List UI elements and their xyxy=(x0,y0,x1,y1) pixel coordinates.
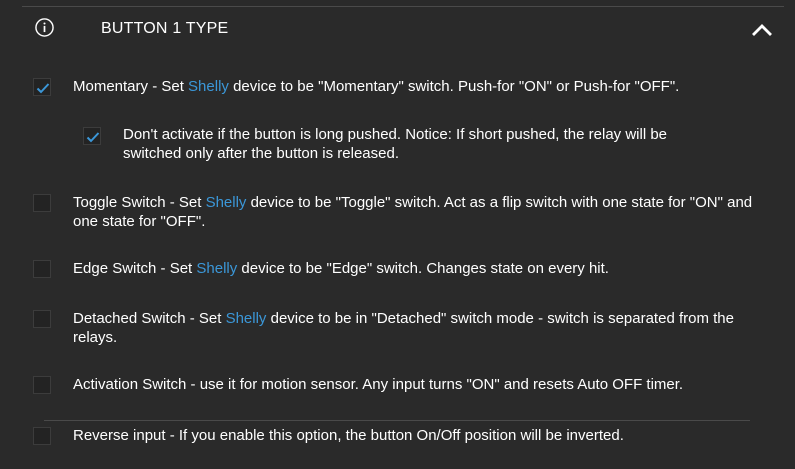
activation-switch-label: Activation Switch - use it for motion se… xyxy=(73,376,684,393)
brand-name: Shelly xyxy=(205,194,247,211)
toggle-switch-checkbox[interactable] xyxy=(33,194,51,212)
brand-name: Shelly xyxy=(225,310,267,327)
button-type-panel: BUTTON 1 TYPE Momentary - Set Shelly dev… xyxy=(0,0,795,469)
long-push-label: Don't activate if the button is long pus… xyxy=(123,126,668,162)
section-header[interactable]: BUTTON 1 TYPE xyxy=(0,8,795,52)
detached-switch-checkbox[interactable] xyxy=(33,310,51,328)
detached-label-pre: Detached Switch - Set xyxy=(73,310,226,327)
brand-name: Shelly xyxy=(196,260,238,277)
section-divider xyxy=(44,420,750,421)
edge-label-pre: Edge Switch - Set xyxy=(73,260,197,277)
brand-name: Shelly xyxy=(188,78,229,95)
momentary-label-post: device to be "Momentary" switch. Push-fo… xyxy=(228,78,680,95)
momentary-checkbox[interactable] xyxy=(33,78,51,96)
info-icon xyxy=(35,18,54,37)
top-divider xyxy=(22,6,784,7)
edge-switch-checkbox[interactable] xyxy=(33,260,51,278)
section-title: BUTTON 1 TYPE xyxy=(101,20,229,37)
edge-switch-label: Edge Switch - Set Shelly device to be "E… xyxy=(73,259,773,278)
reverse-input-label: Reverse input - If you enable this optio… xyxy=(73,427,624,444)
activation-switch-checkbox[interactable] xyxy=(33,376,51,394)
momentary-label-pre: Momentary - Set xyxy=(73,78,189,95)
long-push-checkbox[interactable] xyxy=(83,127,101,145)
reverse-input-checkbox[interactable] xyxy=(33,427,51,445)
checkmark-icon xyxy=(86,132,100,143)
edge-label-post: device to be "Edge" switch. Changes stat… xyxy=(237,260,609,277)
toggle-switch-label: Toggle Switch - Set Shelly device to be … xyxy=(73,193,753,231)
toggle-label-pre: Toggle Switch - Set xyxy=(73,194,206,211)
momentary-label: Momentary - Set Shelly device to be "Mom… xyxy=(73,77,773,96)
checkmark-icon xyxy=(36,83,50,94)
chevron-up-icon[interactable] xyxy=(752,22,772,36)
detached-switch-label: Detached Switch - Set Shelly device to b… xyxy=(73,309,773,347)
